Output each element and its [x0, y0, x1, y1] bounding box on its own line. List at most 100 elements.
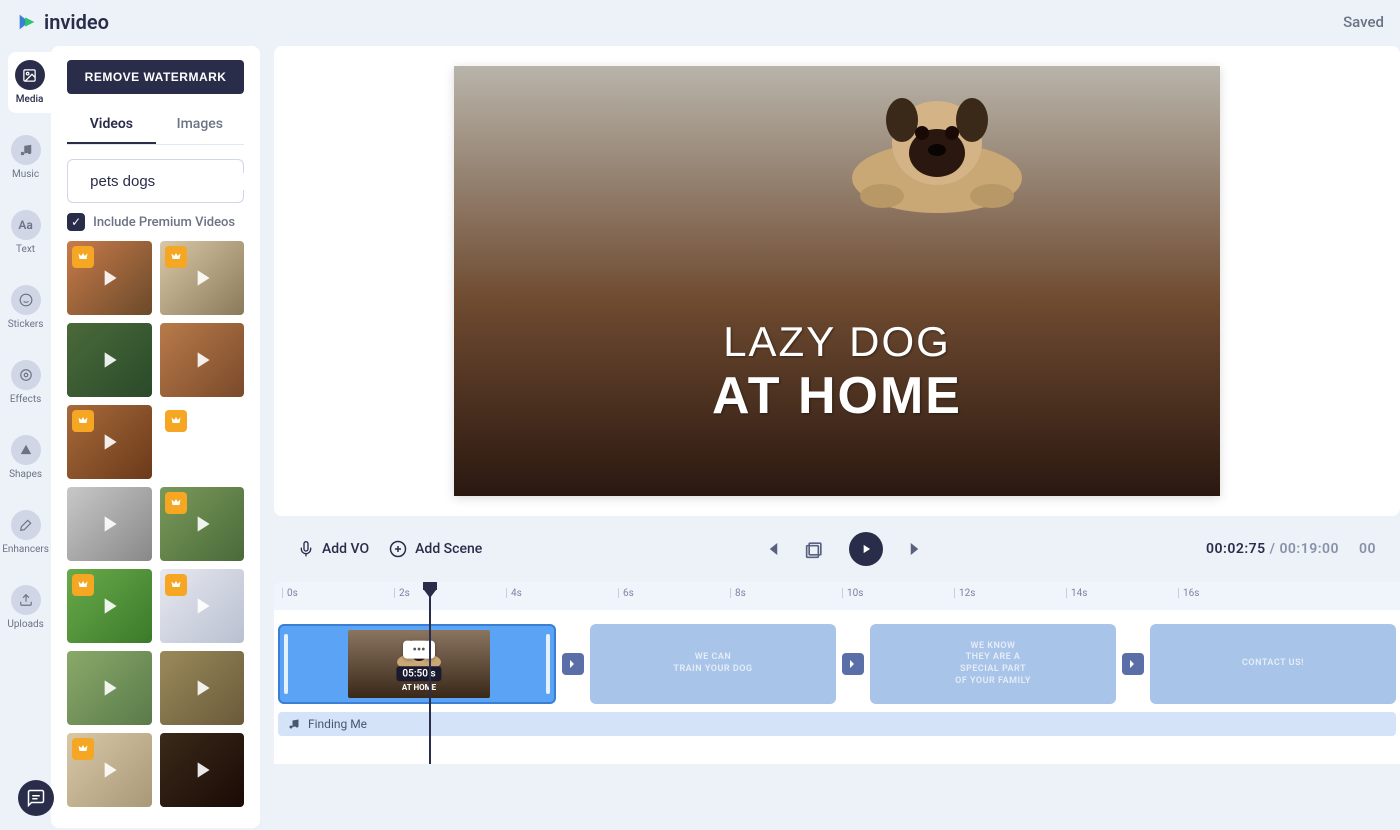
current-time: 00:02:75: [1206, 541, 1266, 557]
sidebar-item-label: Music: [12, 169, 39, 180]
music-icon: [11, 135, 41, 165]
sidebar-item-shapes[interactable]: Shapes: [0, 427, 51, 488]
timeline-clip[interactable]: WE CANTRAIN YOUR DOG: [590, 624, 836, 704]
video-thumbnail[interactable]: [160, 405, 244, 479]
sidebar-item-effects[interactable]: Effects: [0, 352, 51, 413]
video-thumbnail[interactable]: [67, 733, 151, 807]
video-thumbnail[interactable]: [67, 651, 151, 725]
skip-forward-button[interactable]: [907, 540, 925, 558]
play-icon: [96, 675, 122, 701]
preview-title: LAZY DOG AT HOME: [712, 318, 962, 426]
extra-time: 00: [1359, 541, 1376, 557]
remove-watermark-button[interactable]: REMOVE WATERMARK: [67, 60, 244, 94]
audio-track[interactable]: Finding Me: [278, 712, 1396, 736]
sidebar-item-label: Enhancers: [2, 544, 49, 555]
timeline-tick: 12s: [954, 588, 975, 598]
chat-icon: [27, 789, 45, 807]
premium-badge-icon: [165, 246, 187, 268]
saved-status: Saved: [1343, 13, 1384, 31]
video-thumbnail[interactable]: [160, 323, 244, 397]
skip-back-button[interactable]: [763, 540, 781, 558]
total-time: 00:19:00: [1279, 541, 1339, 557]
premium-badge-icon: [165, 492, 187, 514]
video-thumbnail[interactable]: [160, 487, 244, 561]
sidebar-item-text[interactable]: Aa Text: [0, 202, 51, 263]
clip-text: WE CANTRAIN YOUR DOG: [673, 652, 752, 675]
clip-handle[interactable]: [284, 634, 288, 694]
timeline-tick: 4s: [506, 588, 522, 598]
clips-row: AT HOME ••• 05:50 s WE CANTRAIN YOUR DOG…: [274, 624, 1400, 704]
timeline-tick: 8s: [730, 588, 746, 598]
play-icon: [189, 757, 215, 783]
clip-handle[interactable]: [546, 634, 550, 694]
video-thumbnail[interactable]: [67, 241, 151, 315]
media-icon: [15, 60, 45, 90]
video-thumbnail[interactable]: [160, 569, 244, 643]
playhead[interactable]: [429, 582, 431, 764]
stickers-icon: [11, 285, 41, 315]
timeline-tracks: AT HOME ••• 05:50 s WE CANTRAIN YOUR DOG…: [274, 610, 1400, 750]
timeline-clip[interactable]: CONTACT US!: [1150, 624, 1396, 704]
play-icon: [189, 511, 215, 537]
sidebar-item-enhancers[interactable]: Enhancers: [0, 502, 51, 563]
play-icon: [189, 347, 215, 373]
premium-label: Include Premium Videos: [93, 215, 235, 230]
clip-text: CONTACT US!: [1242, 658, 1304, 670]
sidebar-item-label: Effects: [10, 394, 41, 405]
premium-badge-icon: [72, 738, 94, 760]
video-thumbnail[interactable]: [67, 405, 151, 479]
sidebar-item-label: Stickers: [8, 319, 44, 330]
timeline-clip[interactable]: AT HOME ••• 05:50 s: [278, 624, 556, 704]
video-thumbnail[interactable]: [160, 651, 244, 725]
enhancers-icon: [11, 510, 41, 540]
play-icon: [189, 265, 215, 291]
sidebar-item-uploads[interactable]: Uploads: [0, 577, 51, 638]
sidebar-item-stickers[interactable]: Stickers: [0, 277, 51, 338]
timeline-clip[interactable]: WE KNOWTHEY ARE ASPECIAL PARTOF YOUR FAM…: [870, 624, 1116, 704]
search-box[interactable]: [67, 159, 244, 203]
add-scene-button[interactable]: Add Scene: [389, 540, 482, 558]
loop-button[interactable]: [805, 539, 825, 559]
play-icon: [189, 593, 215, 619]
play-icon: [189, 429, 215, 455]
video-thumbnail[interactable]: [67, 487, 151, 561]
media-panel: REMOVE WATERMARK Videos Images ✓ Include…: [51, 46, 260, 828]
premium-checkbox[interactable]: ✓: [67, 213, 85, 231]
premium-badge-icon: [165, 574, 187, 596]
thumbnail-grid[interactable]: [51, 241, 260, 814]
video-thumbnail[interactable]: [160, 733, 244, 807]
tab-images[interactable]: Images: [156, 106, 244, 144]
video-thumbnail[interactable]: [67, 323, 151, 397]
timeline-tick: 16s: [1178, 588, 1199, 598]
tab-videos[interactable]: Videos: [67, 106, 155, 144]
add-vo-button[interactable]: Add VO: [298, 541, 369, 557]
play-icon: [96, 757, 122, 783]
playback-controls: Add VO Add Scene 00:02:75 / 00:19:00 00: [274, 516, 1400, 582]
timeline-ruler[interactable]: 0s2s4s6s8s10s12s14s16s: [274, 582, 1400, 610]
timeline: 0s2s4s6s8s10s12s14s16s AT HOME ••• 05:50…: [274, 582, 1400, 764]
audio-label: Finding Me: [308, 717, 367, 731]
logo[interactable]: invideo: [16, 10, 109, 34]
shapes-icon: [11, 435, 41, 465]
premium-badge-icon: [165, 410, 187, 432]
video-thumbnail[interactable]: [67, 569, 151, 643]
clip-thumbnail: AT HOME ••• 05:50 s: [348, 630, 490, 698]
add-vo-label: Add VO: [322, 541, 369, 557]
preview-canvas[interactable]: LAZY DOG AT HOME: [454, 66, 1220, 496]
sidebar-item-label: Media: [16, 94, 44, 105]
plus-circle-icon: [389, 540, 407, 558]
search-input[interactable]: [90, 173, 260, 190]
play-icon: [859, 542, 873, 556]
timeline-tick: 10s: [842, 588, 863, 598]
chat-button[interactable]: [18, 780, 54, 816]
video-thumbnail[interactable]: [160, 241, 244, 315]
add-scene-label: Add Scene: [415, 541, 482, 557]
transition-button[interactable]: [1122, 653, 1144, 675]
transition-button[interactable]: [562, 653, 584, 675]
premium-badge-icon: [72, 410, 94, 432]
sidebar-item-media[interactable]: Media: [8, 52, 51, 113]
transition-button[interactable]: [842, 653, 864, 675]
sidebar-item-music[interactable]: Music: [0, 127, 51, 188]
play-icon: [96, 265, 122, 291]
play-button[interactable]: [849, 532, 883, 566]
